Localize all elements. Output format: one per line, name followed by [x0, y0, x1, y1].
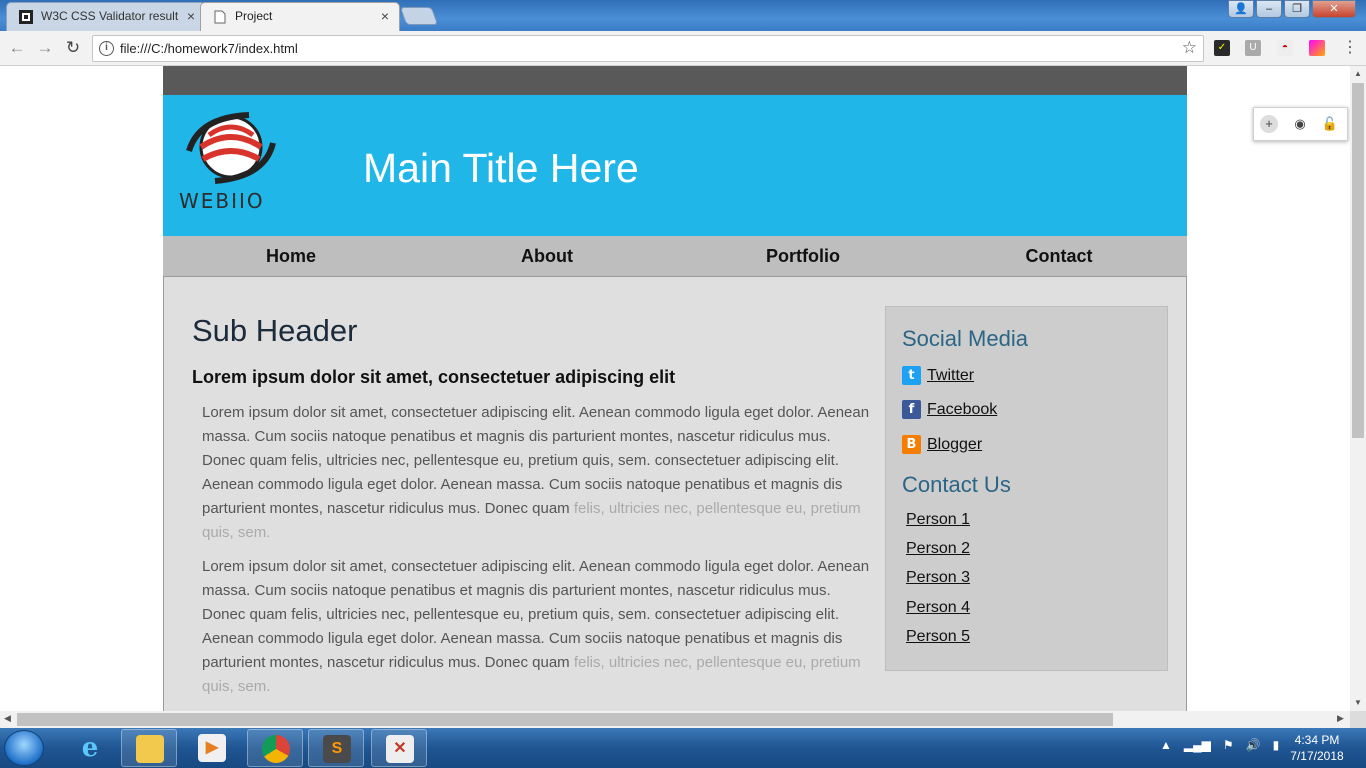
- sidebar: Social Media t Twitter f Facebook B Blog…: [885, 306, 1168, 671]
- close-window-button[interactable]: ✕: [1312, 0, 1356, 18]
- paragraph-1: Lorem ipsum dolor sit amet, consectetuer…: [202, 401, 872, 545]
- tab-w3c-validator[interactable]: W3C CSS Validator result ×: [6, 2, 206, 31]
- folder-icon: [136, 735, 164, 763]
- nav-portfolio[interactable]: Portfolio: [675, 236, 931, 276]
- taskbar-sublime[interactable]: S: [308, 729, 364, 767]
- person-link[interactable]: Person 2: [906, 540, 970, 558]
- person-link[interactable]: Person 1: [906, 511, 970, 529]
- page-viewport: WEBIIO Main Title Here Home About Portfo…: [0, 66, 1350, 711]
- back-arrow-icon[interactable]: ←: [6, 37, 28, 59]
- taskbar-explorer[interactable]: [121, 729, 177, 767]
- window-controls: 👤 – ❐ ✕: [1228, 0, 1356, 20]
- extension-check-icon[interactable]: ✓: [1214, 40, 1230, 56]
- tab-label: W3C CSS Validator result: [41, 9, 179, 23]
- sub-header: Sub Header: [192, 313, 358, 348]
- person-link[interactable]: Person 4: [906, 599, 970, 617]
- social-link-label: Twitter: [927, 366, 975, 384]
- power-icon[interactable]: ▮: [1273, 738, 1280, 752]
- social-link-label: Blogger: [927, 435, 983, 453]
- volume-icon[interactable]: 🔊: [1246, 738, 1261, 752]
- reload-icon[interactable]: ↻: [62, 37, 84, 59]
- taskbar-clock[interactable]: 4:34 PM 7/17/2018: [1282, 732, 1352, 764]
- extension-mask-icon[interactable]: ◓: [1277, 40, 1293, 56]
- new-tab-button[interactable]: [399, 7, 439, 25]
- clock-date: 7/17/2018: [1290, 749, 1344, 763]
- lead-heading: Lorem ipsum dolor sit amet, consectetuer…: [192, 367, 676, 387]
- tab-label: Project: [235, 9, 273, 23]
- bookmark-star-icon[interactable]: ☆: [1182, 38, 1197, 58]
- logo-text: WEBIIO: [179, 189, 265, 213]
- flag-icon[interactable]: ⚑: [1223, 738, 1234, 752]
- info-icon[interactable]: i: [99, 41, 114, 56]
- eye-icon[interactable]: ◉: [1291, 115, 1309, 133]
- vertical-scroll-thumb[interactable]: [1352, 83, 1364, 438]
- scroll-down-arrow-icon[interactable]: ▼: [1354, 698, 1362, 707]
- social-media-heading: Social Media: [902, 326, 1028, 351]
- top-bar: [163, 66, 1187, 95]
- address-bar[interactable]: i file:///C:/homework7/index.html ☆: [92, 35, 1204, 62]
- person-link[interactable]: Person 3: [906, 569, 970, 587]
- forward-arrow-icon[interactable]: →: [34, 37, 56, 59]
- browser-menu-icon[interactable]: ⋮: [1342, 37, 1358, 57]
- taskbar-media[interactable]: ▶: [184, 729, 240, 767]
- user-profile-icon[interactable]: 👤: [1228, 0, 1254, 18]
- social-link-blogger[interactable]: B Blogger: [902, 435, 982, 454]
- minimize-button[interactable]: –: [1256, 0, 1282, 18]
- horizontal-scrollbar[interactable]: ◀ ▶: [0, 711, 1350, 728]
- page-favicon-icon: [214, 10, 226, 24]
- url-text: file:///C:/homework7/index.html: [120, 41, 298, 56]
- system-tray: ▲ ▂▄▆ ⚑ 🔊 ▮: [1160, 738, 1279, 752]
- internet-explorer-icon: e: [81, 733, 99, 763]
- social-link-facebook[interactable]: f Facebook: [902, 400, 997, 419]
- media-player-icon: ▶: [198, 734, 226, 762]
- nav-home[interactable]: Home: [163, 236, 419, 276]
- browser-toolbar: ← → ↻ i file:///C:/homework7/index.html …: [0, 31, 1366, 66]
- website: WEBIIO Main Title Here Home About Portfo…: [163, 66, 1187, 711]
- scroll-right-arrow-icon[interactable]: ▶: [1337, 713, 1344, 724]
- windows-taskbar: e ▶ S ✕ ▲ ▂▄▆ ⚑ 🔊 ▮ 4:34 PM 7/17/2018: [0, 728, 1366, 768]
- taskbar-ie[interactable]: e: [62, 729, 118, 767]
- scrollbar-corner: [1350, 711, 1366, 728]
- start-button[interactable]: [4, 730, 44, 766]
- facebook-icon: f: [902, 400, 921, 419]
- site-header: WEBIIO Main Title Here: [163, 95, 1187, 236]
- scroll-up-arrow-icon[interactable]: ▲: [1354, 69, 1362, 78]
- extension-floating-panel: + ◉ 🔓: [1253, 107, 1348, 141]
- scroll-left-arrow-icon[interactable]: ◀: [4, 713, 11, 724]
- tab-close-icon[interactable]: ×: [187, 3, 195, 30]
- extension-color-icon[interactable]: [1309, 40, 1325, 56]
- clock-time: 4:34 PM: [1294, 733, 1340, 747]
- tab-project[interactable]: Project ×: [200, 2, 400, 31]
- unlock-icon[interactable]: 🔓: [1321, 115, 1339, 133]
- sublime-text-icon: S: [323, 735, 351, 763]
- nav-contact[interactable]: Contact: [931, 236, 1187, 276]
- extension-u-icon[interactable]: U: [1245, 40, 1261, 56]
- vertical-scrollbar[interactable]: ▲ ▼: [1350, 66, 1366, 711]
- twitter-icon: t: [902, 366, 921, 385]
- nav-about[interactable]: About: [419, 236, 675, 276]
- maximize-button[interactable]: ❐: [1284, 0, 1310, 18]
- tab-close-icon[interactable]: ×: [381, 3, 389, 30]
- tab-strip: W3C CSS Validator result × Project × 👤 –…: [0, 0, 1366, 31]
- network-icon[interactable]: ▂▄▆: [1184, 738, 1211, 752]
- person-link[interactable]: Person 5: [906, 628, 970, 646]
- chrome-icon: [262, 735, 290, 763]
- main-title: Main Title Here: [363, 145, 639, 191]
- w3c-favicon-icon: [19, 10, 33, 24]
- contact-us-heading: Contact Us: [902, 472, 1011, 497]
- show-hidden-icons-icon[interactable]: ▲: [1160, 738, 1172, 752]
- site-nav: Home About Portfolio Contact: [163, 236, 1187, 276]
- app-icon: ✕: [386, 735, 414, 763]
- taskbar-app[interactable]: ✕: [371, 729, 427, 767]
- blogger-icon: B: [902, 435, 921, 454]
- horizontal-scroll-thumb[interactable]: [17, 713, 1113, 726]
- content-area: Sub Header Lorem ipsum dolor sit amet, c…: [163, 276, 1187, 711]
- add-icon[interactable]: +: [1260, 115, 1278, 133]
- social-link-twitter[interactable]: t Twitter: [902, 366, 974, 385]
- social-link-label: Facebook: [927, 400, 998, 418]
- taskbar-chrome[interactable]: [247, 729, 303, 767]
- paragraph-2: Lorem ipsum dolor sit amet, consectetuer…: [202, 555, 872, 699]
